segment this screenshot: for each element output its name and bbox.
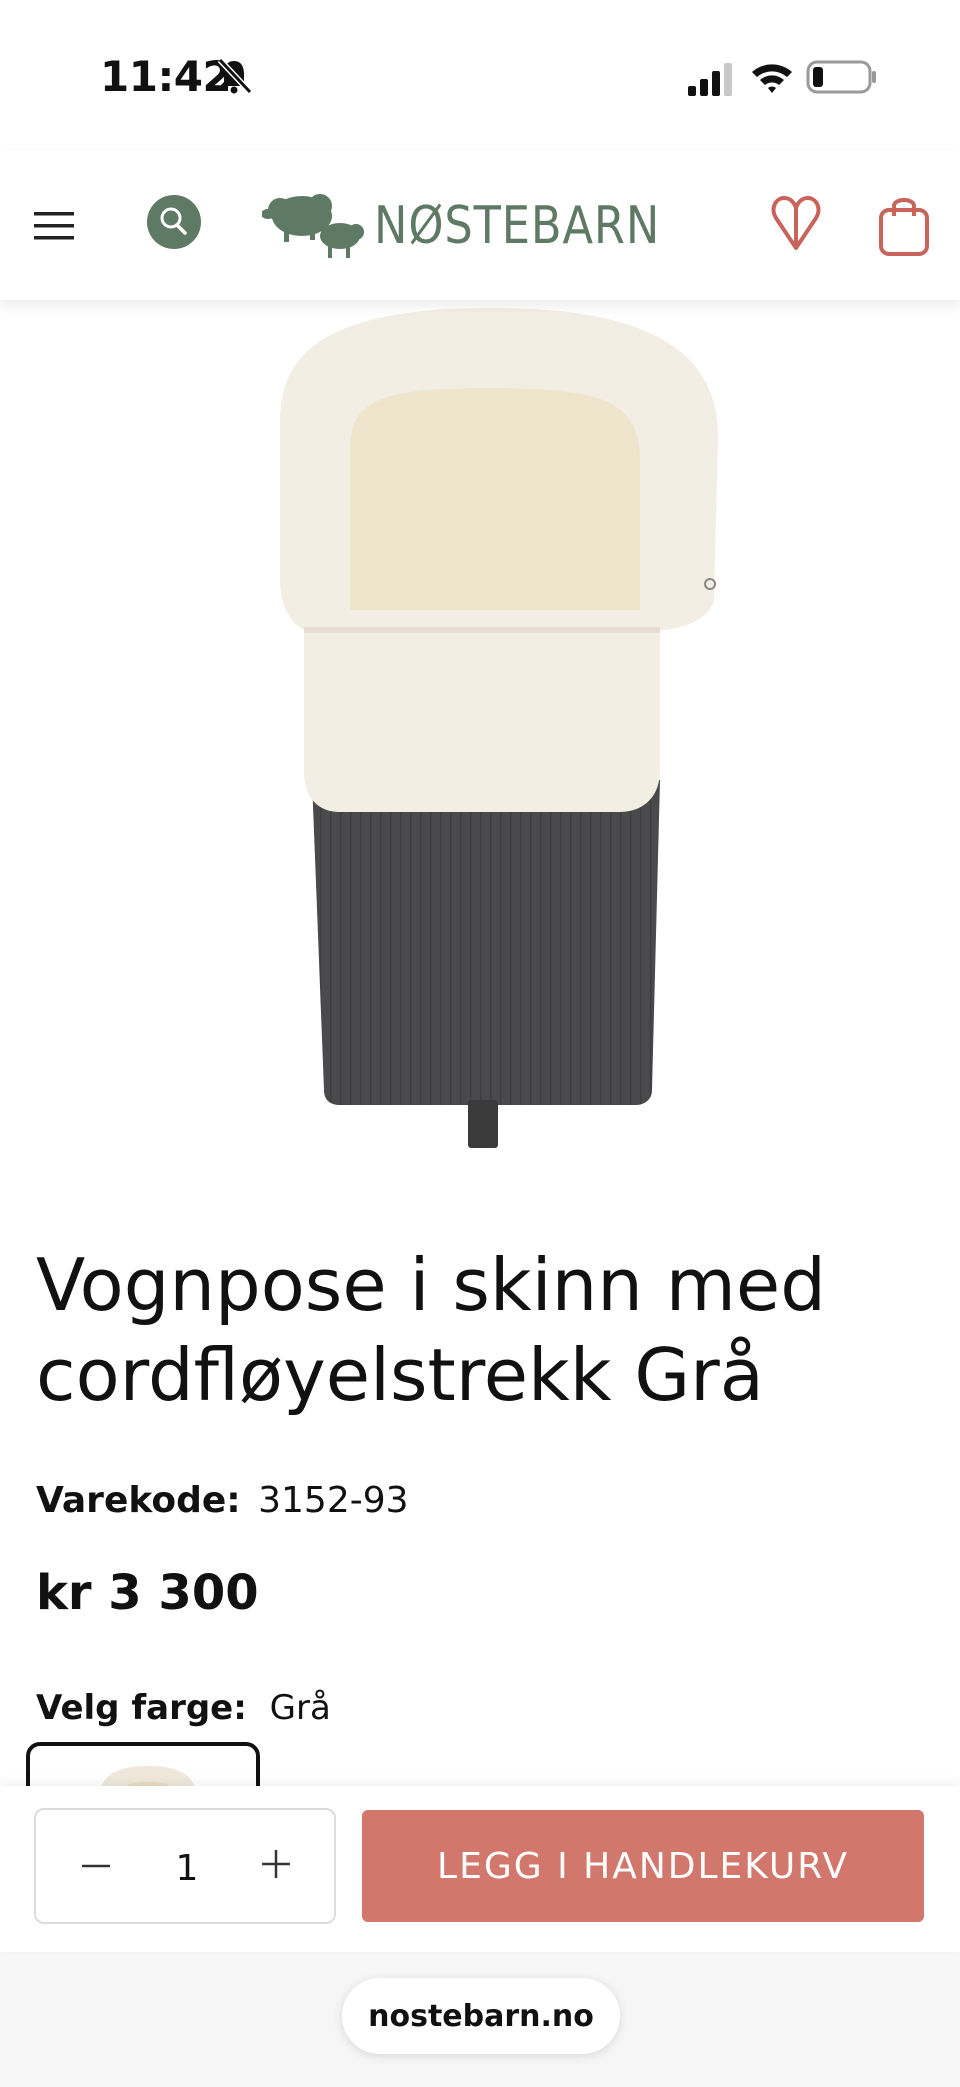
product-image[interactable] <box>240 300 730 1160</box>
color-label: Velg farge: <box>36 1688 247 1728</box>
quantity-stepper: 1 <box>34 1808 336 1924</box>
sku-value: 3152-93 <box>258 1480 409 1521</box>
url-bar[interactable]: nostebarn.no <box>342 1978 620 2054</box>
site-header: NØSTEBARN <box>0 150 960 300</box>
shopping-bag-icon[interactable] <box>876 192 932 258</box>
hamburger-menu-icon[interactable] <box>30 206 78 246</box>
add-to-cart-button[interactable]: LEGG I HANDLEKURV <box>362 1810 924 1922</box>
brand-name: NØSTEBARN <box>374 196 661 256</box>
product-price: kr 3 300 <box>36 1565 259 1621</box>
search-icon[interactable] <box>146 194 202 250</box>
color-selector-row: Velg farge: Grå <box>36 1688 331 1728</box>
selected-color: Grå <box>269 1688 331 1728</box>
sku-row: Varekode: 3152-93 <box>36 1480 409 1521</box>
sticky-cart-bar: 1 LEGG I HANDLEKURV <box>0 1786 960 1952</box>
heart-wishlist-icon[interactable] <box>766 194 826 254</box>
brand-logo[interactable]: NØSTEBARN <box>262 186 707 266</box>
product-title: Vognpose i skinn med cordfløyelstrekk Gr… <box>36 1243 826 1417</box>
sku-label: Varekode: <box>36 1480 241 1521</box>
bell-muted-icon <box>217 57 253 95</box>
signal-icon <box>688 63 732 96</box>
status-bar: 11:42 <box>0 0 960 150</box>
sheep-logo-icon <box>262 194 364 258</box>
battery-icon <box>806 60 876 94</box>
status-time: 11:42 <box>100 52 232 101</box>
wifi-icon <box>752 64 792 93</box>
plus-icon[interactable] <box>258 1846 294 1882</box>
